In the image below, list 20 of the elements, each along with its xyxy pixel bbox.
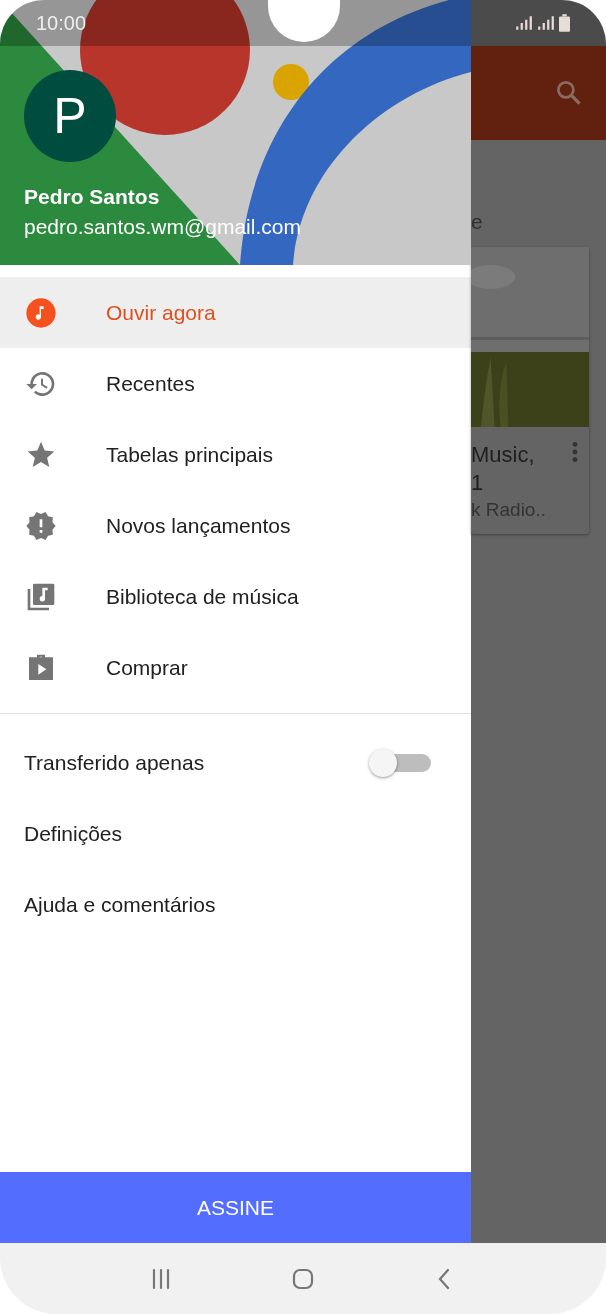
settings-item[interactable]: Ajuda e comentários <box>0 869 471 940</box>
menu-item[interactable]: Tabelas principais <box>0 419 471 490</box>
signal-icon <box>515 14 533 32</box>
search-icon[interactable] <box>554 78 584 108</box>
menu-item[interactable]: Novos lançamentos <box>0 490 471 561</box>
settings-item[interactable]: Transferido apenas <box>0 727 471 798</box>
music-note-icon <box>25 296 57 329</box>
signal-icon <box>537 14 555 32</box>
album-title: 1 <box>471 469 485 497</box>
menu-item[interactable]: Biblioteca de música <box>0 561 471 632</box>
toggle-switch[interactable] <box>369 748 431 777</box>
alert-badge-icon <box>25 509 57 542</box>
settings-item[interactable]: Definições <box>0 798 471 869</box>
battery-icon <box>559 14 570 32</box>
menu-item[interactable]: Recentes <box>0 348 471 419</box>
subscribe-button[interactable]: ASSINE <box>0 1172 471 1243</box>
menu-item[interactable]: Comprar <box>0 632 471 703</box>
album-title: Music, <box>471 441 536 469</box>
home-icon[interactable] <box>291 1266 315 1291</box>
more-options-icon[interactable] <box>571 441 579 463</box>
